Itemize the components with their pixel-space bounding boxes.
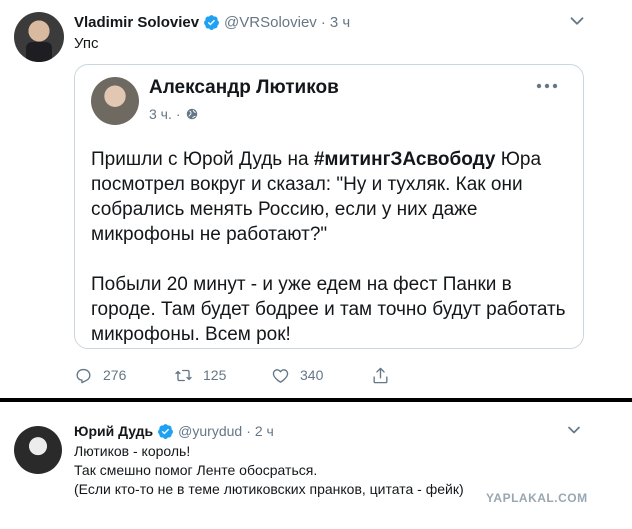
reply-count: 276 <box>103 367 127 383</box>
tweet-line-1: Лютиков - король! <box>74 443 191 459</box>
quoted-paragraph-1: Пришли с Юрой Дудь на #митингЗАсвободу Ю… <box>91 149 542 245</box>
like-count: 340 <box>300 367 324 383</box>
globe-icon <box>186 108 197 120</box>
author-name[interactable]: Vladimir Soloviev <box>74 14 199 31</box>
separator-dot: · <box>175 106 181 122</box>
author-handle[interactable]: @yurydud <box>178 423 242 439</box>
verified-badge-icon <box>158 423 174 439</box>
tweet-text: Лютиков - король! Так смешно помог Ленте… <box>74 442 464 499</box>
reply-button[interactable]: 276 <box>74 363 126 387</box>
separator-dot: · <box>320 13 326 31</box>
tweet-line-2: Так смешно помог Ленте обосраться. <box>74 462 318 478</box>
tweet-header: Vladimir Soloviev @VRSoloviev · 3 ч <box>74 12 350 32</box>
tweet-dud: Юрий Дудь @yurydud · 2 ч Лютиков - корол… <box>0 402 600 529</box>
tweet-line-3: (Если кто-то не в теме лютиковских пранк… <box>74 481 464 497</box>
hashtag-link[interactable]: #митингЗАсвободу <box>314 149 496 170</box>
chevron-down-icon[interactable] <box>564 420 584 440</box>
site-watermark: YAPLAKAL.COM <box>486 491 588 505</box>
tweet-header: Юрий Дудь @yurydud · 2 ч <box>74 422 274 440</box>
tweet-time[interactable]: 2 ч <box>255 423 274 439</box>
heart-icon <box>272 368 289 383</box>
quoted-tweet-text: Пришли с Юрой Дудь на #митингЗАсвободу Ю… <box>91 147 571 372</box>
quoted-author-name: Александр Лютиков <box>149 77 339 98</box>
quoted-time-row: 3 ч. · <box>149 106 199 122</box>
tweet-soloviev: Vladimir Soloviev @VRSoloviev · 3 ч Упс … <box>0 0 600 398</box>
tweet-text: Упс <box>74 35 99 52</box>
separator-dot: · <box>246 423 251 439</box>
verified-badge-icon <box>204 14 219 30</box>
quoted-time: 3 ч. <box>149 106 172 122</box>
retweet-count: 125 <box>203 367 227 383</box>
quoted-paragraph-2: Побыли 20 минут - и уже едем на фест Пан… <box>91 274 566 345</box>
quoted-tweet[interactable]: Александр Лютиков 3 ч. · Пришли с Юрой Д… <box>74 64 584 349</box>
tweet-actions: 276 125 340 <box>74 363 414 387</box>
avatar-dud[interactable] <box>14 426 62 474</box>
share-icon <box>373 367 388 383</box>
author-name[interactable]: Юрий Дудь <box>74 423 153 439</box>
chevron-down-icon[interactable] <box>566 10 588 32</box>
tweet-time[interactable]: 3 ч <box>330 14 350 31</box>
retweet-icon <box>175 369 192 381</box>
like-button[interactable]: 340 <box>271 363 323 387</box>
author-handle[interactable]: @VRSoloviev <box>224 14 317 31</box>
more-options-icon[interactable] <box>535 79 559 93</box>
reply-icon <box>76 368 91 383</box>
share-button[interactable] <box>371 363 400 387</box>
avatar-lyutikov <box>91 77 139 125</box>
avatar-soloviev[interactable] <box>14 12 64 62</box>
retweet-button[interactable]: 125 <box>174 363 226 387</box>
